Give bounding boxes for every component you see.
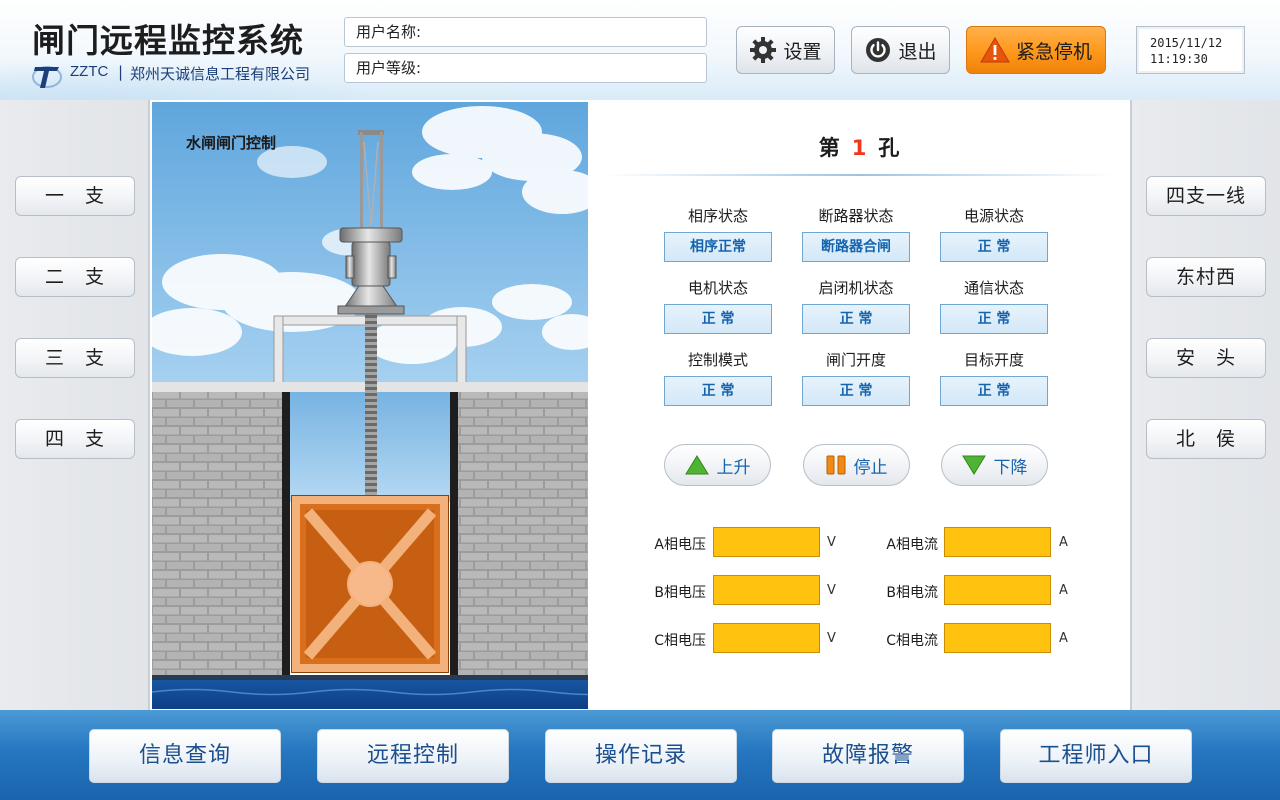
meter-label-b-current: B相电流 xyxy=(886,585,938,601)
meter-label-c-voltage: C相电压 xyxy=(654,633,706,649)
arrow-up-icon xyxy=(684,455,709,475)
status-value-motor: 正 常 xyxy=(664,304,772,334)
status-value-gate-opening: 正 常 xyxy=(802,376,910,406)
exit-button[interactable]: 退出 xyxy=(851,26,950,74)
status-label-communication: 通信状态 xyxy=(963,279,1024,297)
meter-unit-c-current: A xyxy=(1059,631,1068,646)
status-value-communication: 正 常 xyxy=(940,304,1048,334)
scene-title: 水闸闸门控制 xyxy=(186,134,277,152)
date-text: 2015/11/12 xyxy=(1150,36,1223,50)
footer-nav: 信息查询 远程控制 操作记录 故障报警 工程师入口 xyxy=(0,710,1280,800)
gear-icon xyxy=(749,36,777,64)
meter-label-a-voltage: A相电压 xyxy=(654,537,706,553)
hole-number: 1 xyxy=(851,136,867,160)
status-label-breaker: 断路器状态 xyxy=(818,207,894,225)
datetime-display: 2015/11/12 11:19:30 xyxy=(1136,26,1245,74)
meter-unit-b-voltage: V xyxy=(827,583,836,598)
nav-site-antou[interactable]: 安 头 xyxy=(1146,338,1266,378)
gate-scene: 水闸闸门控制 xyxy=(152,102,588,709)
meter-a-voltage xyxy=(713,527,820,557)
status-label-power: 电源状态 xyxy=(963,207,1024,225)
exit-label: 退出 xyxy=(898,40,937,63)
status-label-control-mode: 控制模式 xyxy=(687,351,748,369)
meter-unit-b-current: A xyxy=(1059,583,1068,598)
nav-site-dongcunxi[interactable]: 东村西 xyxy=(1146,257,1266,297)
meter-c-voltage xyxy=(713,623,820,653)
user-name-field[interactable]: 用户名称: xyxy=(344,17,707,47)
status-value-breaker: 断路器合闸 xyxy=(802,232,910,262)
emergency-stop-button[interactable]: 紧急停机 xyxy=(966,26,1106,74)
status-value-control-mode: 正 常 xyxy=(664,376,772,406)
hole-title: 第1孔 xyxy=(590,132,1128,162)
engineer-entry-button[interactable]: 工程师入口 xyxy=(1000,729,1192,783)
gate-illustration xyxy=(152,102,588,709)
nav-site-sizhi-yixian[interactable]: 四支一线 xyxy=(1146,176,1266,216)
meter-c-current xyxy=(944,623,1051,653)
company-name: 郑州天诚信息工程有限公司 xyxy=(130,65,311,83)
company-separator: | xyxy=(118,63,124,81)
meter-unit-a-voltage: V xyxy=(827,535,836,550)
time-text: 11:19:30 xyxy=(1150,52,1208,66)
lower-button[interactable]: 下降 xyxy=(941,444,1048,486)
hole-suffix: 孔 xyxy=(878,136,900,160)
header-bar: 闸门远程监控系统 ZZTC | 郑州天诚信息工程有限公司 用户名称: 用户等级: xyxy=(0,0,1280,100)
meter-label-b-voltage: B相电压 xyxy=(654,585,706,601)
gate-status-panel: 第1孔 相序状态 相序正常 断路器状态 断路器合闸 电源状态 正 常 电机状态 … xyxy=(590,102,1128,708)
status-label-phase-sequence: 相序状态 xyxy=(687,207,748,225)
company-code: ZZTC xyxy=(70,63,109,80)
power-icon xyxy=(864,36,892,64)
status-label-target-opening: 目标开度 xyxy=(963,351,1024,369)
divider xyxy=(604,174,1114,176)
raise-label: 上升 xyxy=(716,457,751,478)
nav-branch-3[interactable]: 三 支 xyxy=(15,338,135,378)
fault-alarm-button[interactable]: 故障报警 xyxy=(772,729,964,783)
arrow-down-icon xyxy=(961,455,986,475)
meter-b-current xyxy=(944,575,1051,605)
user-level-field[interactable]: 用户等级: xyxy=(344,53,707,83)
status-value-power: 正 常 xyxy=(940,232,1048,262)
lower-label: 下降 xyxy=(993,457,1028,478)
meter-b-voltage xyxy=(713,575,820,605)
left-nav-panel: 一 支 二 支 三 支 四 支 xyxy=(0,100,150,710)
hole-prefix: 第 xyxy=(818,136,840,160)
status-value-target-opening: 正 常 xyxy=(940,376,1048,406)
status-value-phase-sequence: 相序正常 xyxy=(664,232,772,262)
meter-a-current xyxy=(944,527,1051,557)
meter-unit-c-voltage: V xyxy=(827,631,836,646)
remote-control-button[interactable]: 远程控制 xyxy=(317,729,509,783)
meter-unit-a-current: A xyxy=(1059,535,1068,550)
status-label-motor: 电机状态 xyxy=(687,279,748,297)
nav-branch-1[interactable]: 一 支 xyxy=(15,176,135,216)
settings-label: 设置 xyxy=(783,40,822,63)
company-logo-icon xyxy=(32,66,62,88)
info-query-button[interactable]: 信息查询 xyxy=(89,729,281,783)
stop-label: 停止 xyxy=(853,457,888,478)
operation-log-button[interactable]: 操作记录 xyxy=(545,729,737,783)
settings-button[interactable]: 设置 xyxy=(736,26,835,74)
warning-icon xyxy=(980,37,1010,63)
meter-label-c-current: C相电流 xyxy=(886,633,938,649)
stop-button[interactable]: 停止 xyxy=(803,444,910,486)
emergency-stop-label: 紧急停机 xyxy=(1015,40,1092,63)
meter-label-a-current: A相电流 xyxy=(886,537,938,553)
nav-site-beihou[interactable]: 北 侯 xyxy=(1146,419,1266,459)
status-label-hoist: 启闭机状态 xyxy=(818,279,894,297)
nav-branch-2[interactable]: 二 支 xyxy=(15,257,135,297)
app-title: 闸门远程监控系统 xyxy=(32,21,304,60)
pause-icon xyxy=(826,455,846,475)
status-label-gate-opening: 闸门开度 xyxy=(825,351,886,369)
nav-branch-4[interactable]: 四 支 xyxy=(15,419,135,459)
raise-button[interactable]: 上升 xyxy=(664,444,771,486)
status-value-hoist: 正 常 xyxy=(802,304,910,334)
right-nav-panel: 四支一线 东村西 安 头 北 侯 xyxy=(1130,100,1280,710)
